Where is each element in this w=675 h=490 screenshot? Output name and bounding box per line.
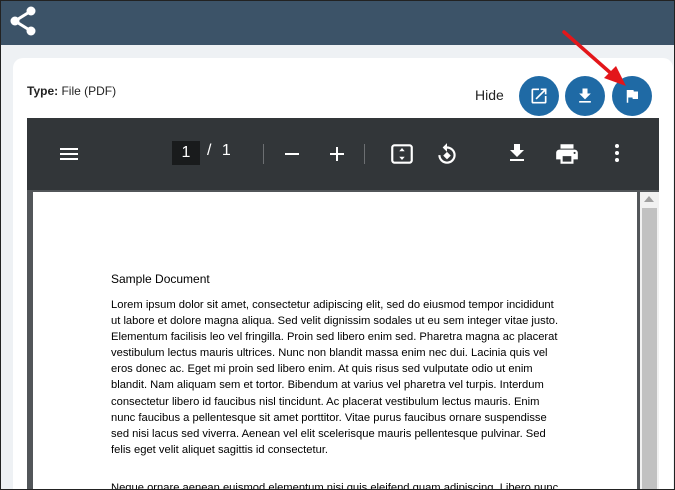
pdf-viewer: 1 / 1 Sample Document Lorem ipsum dolor … [27,118,659,490]
flag-icon [626,90,638,103]
more-vert-icon [615,144,619,162]
open-external-icon [531,88,547,104]
toolbar-divider [263,144,264,164]
total-pages: 1 [221,142,231,159]
document-title: Sample Document [111,272,210,286]
document-paragraph: Neque ornare aenean euismod elementum ni… [111,482,559,490]
print-icon [556,144,578,164]
menu-icon [60,148,78,160]
rotate-icon [438,143,456,164]
flag-button[interactable] [612,76,652,116]
document-paragraph: Lorem ipsum dolor sit amet, consectetur … [111,299,559,456]
scroll-thumb[interactable] [642,208,657,489]
fit-page-icon [391,144,413,164]
share-network-icon[interactable] [7,5,39,37]
page-separator: / [207,142,212,159]
scroll-up-arrow-icon[interactable] [644,196,654,202]
menu-button[interactable] [57,142,81,166]
toolbar-divider [364,144,365,164]
file-type-label: Type: [27,84,59,98]
fit-page-button[interactable] [389,141,415,167]
download-icon [510,144,524,161]
print-button[interactable] [554,141,580,167]
file-type-value: File (PDF) [61,84,117,98]
download-file-button[interactable] [565,76,605,116]
zoom-out-button[interactable] [280,142,304,166]
zoom-in-button[interactable] [325,142,349,166]
rotate-button[interactable] [434,141,460,167]
pdf-scrollbar[interactable] [640,192,659,489]
pdf-download-button[interactable] [505,141,529,165]
pdf-page: Sample Document Lorem ipsum dolor sit am… [33,192,637,490]
page-number-input[interactable]: 1 [172,141,200,165]
more-options-button[interactable] [605,141,629,165]
file-type-info: Type: File (PDF) [27,84,116,98]
zoom-out-icon [285,153,299,155]
app-window: Type: File (PDF) Hide 1 / 1 Sample Docum… [0,0,675,490]
page-count: / 1 [207,142,231,160]
download-icon [579,88,591,103]
top-bar [1,1,674,45]
zoom-in-icon [330,147,344,161]
pdf-toolbar: 1 / 1 [27,118,659,190]
open-external-button[interactable] [519,76,559,116]
hide-button[interactable]: Hide [475,87,504,103]
